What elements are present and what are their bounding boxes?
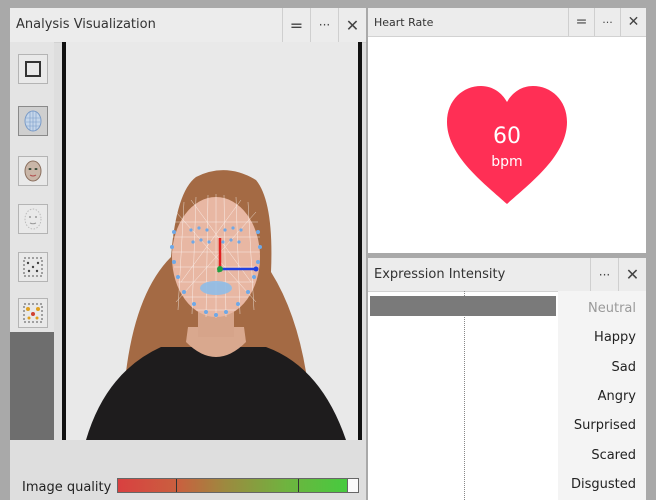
face-mesh-icon — [24, 110, 42, 132]
action-units-icon — [23, 303, 43, 323]
expression-label: Sad — [611, 359, 636, 375]
panel-title: Heart Rate — [374, 16, 434, 29]
expression-intensity-panel: Expression Intensity ··· ✕ Neutral Happy S… — [368, 258, 646, 500]
expression-label: Surprised — [573, 418, 636, 434]
expression-label: Scared — [591, 447, 636, 463]
face-landmark-tool-button[interactable] — [18, 204, 48, 234]
analysis-visualization-titlebar: Analysis Visualization = ··· ✕ — [10, 8, 366, 43]
landmark-points-tool-button[interactable] — [18, 252, 48, 282]
dock-button[interactable]: = — [282, 8, 310, 42]
frame-tool-button[interactable] — [18, 54, 48, 84]
expression-intensity-titlebar: Expression Intensity ··· ✕ — [368, 258, 646, 292]
face-texture-icon — [24, 160, 42, 182]
expression-bars — [368, 291, 558, 500]
panel-title: Analysis Visualization — [16, 17, 156, 32]
heart-rate-unit: bpm — [491, 154, 523, 170]
heart-rate-panel: Heart Rate = ··· ✕ 60 bpm — [368, 8, 646, 253]
face-mesh-tool-button[interactable] — [18, 106, 48, 136]
image-quality-label: Image quality — [22, 480, 112, 495]
tool-column — [10, 42, 54, 332]
expression-label: Neutral — [588, 301, 636, 316]
image-quality-row: Image quality — [10, 476, 366, 500]
image-quality-bar — [117, 478, 359, 493]
analysis-visualization-panel: Analysis Visualization = ··· ✕ Image qua… — [10, 8, 366, 500]
close-button[interactable]: ✕ — [338, 8, 366, 42]
frame-icon — [25, 61, 41, 77]
camera-feed — [62, 42, 362, 440]
visualization-toolbar — [10, 42, 54, 440]
image-quality-remainder — [347, 479, 358, 492]
dock-button[interactable]: = — [568, 8, 594, 36]
action-units-tool-button[interactable] — [18, 298, 48, 328]
quality-tick — [176, 479, 177, 492]
close-button[interactable]: ✕ — [618, 258, 646, 291]
expression-label: Disgusted — [570, 476, 636, 492]
panel-title: Expression Intensity — [374, 267, 506, 282]
face-texture-tool-button[interactable] — [18, 156, 48, 186]
quality-tick — [298, 479, 299, 492]
expression-label: Angry — [597, 388, 636, 404]
heart-rate-value: 60 — [493, 124, 521, 149]
close-button[interactable]: ✕ — [620, 8, 646, 36]
face-tracking-overlay — [66, 42, 358, 440]
more-options-button[interactable]: ··· — [594, 8, 620, 36]
expression-labels: Neutral Happy Sad Angry Surprised Scared Disgu… — [558, 291, 646, 500]
reference-line — [464, 291, 465, 500]
heart-rate-titlebar: Heart Rate = ··· ✕ — [368, 8, 646, 37]
expression-bar — [370, 296, 556, 316]
expression-label: Happy — [594, 330, 636, 346]
landmark-points-icon — [23, 257, 43, 277]
heart-rate-display: 60 bpm — [445, 84, 569, 206]
more-options-button[interactable]: ··· — [590, 258, 618, 291]
more-options-button[interactable]: ··· — [310, 8, 338, 42]
face-landmark-icon — [24, 208, 42, 230]
